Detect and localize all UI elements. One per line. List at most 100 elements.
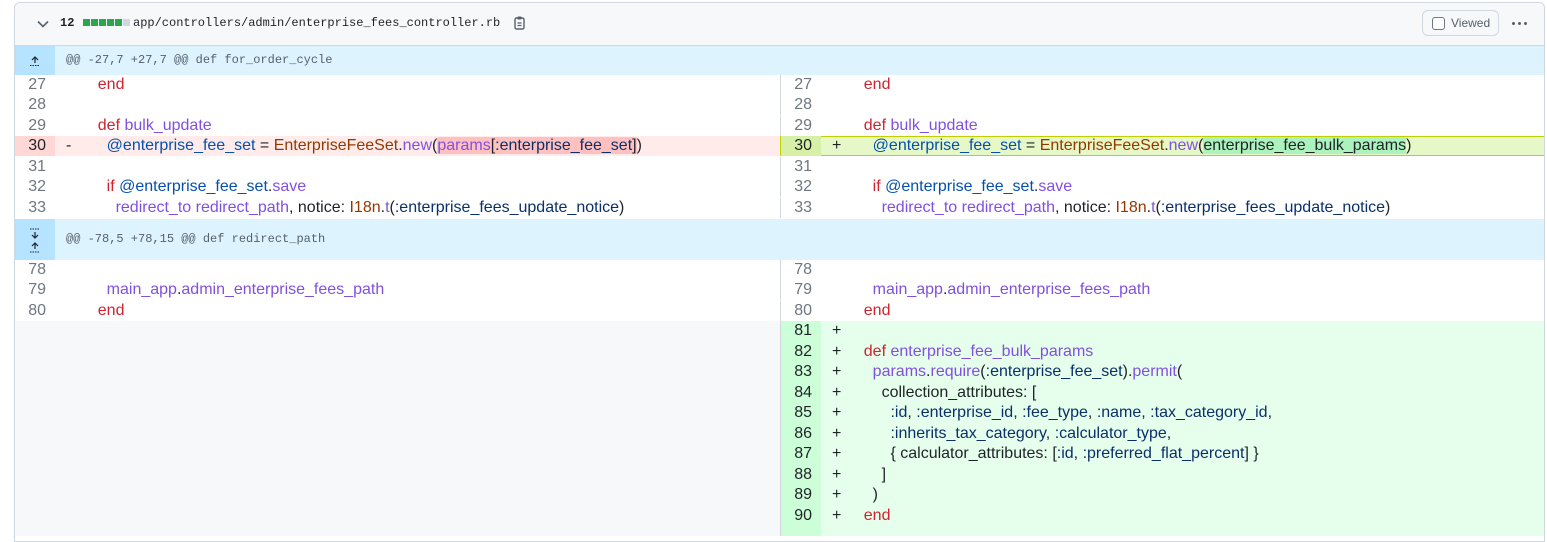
left-code-line: 31 — [15, 157, 780, 177]
line-number[interactable]: 78 — [781, 260, 821, 280]
left-code-line — [15, 321, 780, 342]
left-code-line — [15, 485, 780, 506]
code-text: params.require(:enterprise_fee_set).perm… — [872, 363, 1183, 380]
viewed-label: Viewed — [1451, 16, 1491, 30]
left-code-line — [15, 403, 780, 424]
right-code-line: 79 main_app.admin_enterprise_fees_path — [780, 280, 1544, 300]
code-text: def enterprise_fee_bulk_params — [863, 343, 1094, 360]
right-code-line: 83 + params.require(:enterprise_fee_set).… — [780, 362, 1544, 383]
left-code-line: 29 def bulk_update — [15, 116, 780, 136]
line-number[interactable]: 90 — [781, 506, 821, 536]
line-number[interactable]: 30 — [15, 136, 55, 156]
line-number[interactable]: 88 — [781, 465, 821, 486]
right-code-line: 31 — [780, 157, 1544, 177]
line-number[interactable]: 31 — [781, 157, 821, 177]
line-number[interactable]: 29 — [15, 116, 55, 136]
line-number[interactable]: 30 — [781, 136, 821, 156]
left-code-line: 80 end — [15, 301, 780, 321]
right-code-line: 28 — [780, 95, 1544, 115]
right-code-line: 88 + ] — [780, 465, 1544, 486]
left-code-line — [15, 506, 780, 536]
expand-up-icon[interactable] — [15, 46, 55, 75]
file-path[interactable]: app/controllers/admin/enterprise_fees_co… — [133, 16, 500, 30]
right-code-line: 84 + collection_attributes: [ — [780, 383, 1544, 404]
line-number[interactable]: 84 — [781, 383, 821, 404]
code-text: end — [97, 76, 125, 93]
line-number[interactable]: 27 — [15, 75, 55, 95]
line-number[interactable]: 79 — [15, 280, 55, 300]
left-code-line: 78 — [15, 260, 780, 280]
line-number[interactable]: 85 — [781, 403, 821, 424]
addition-marker: + — [832, 507, 842, 524]
hunk-header-text: @@ -78,5 +78,15 @@ def redirect_path — [66, 232, 326, 246]
right-code-line: 90 + end — [780, 506, 1544, 536]
viewed-checkbox[interactable]: Viewed — [1422, 10, 1500, 36]
line-number[interactable]: 33 — [781, 198, 821, 218]
right-code-line: 32 if @enterprise_fee_set.save — [780, 177, 1544, 197]
code-text: if @enterprise_fee_set.save — [872, 178, 1073, 195]
line-number[interactable]: 83 — [781, 362, 821, 383]
addition-marker: + — [832, 466, 842, 483]
diffstat-block — [99, 19, 106, 26]
right-code-line: 81 + — [780, 321, 1544, 342]
kebab-menu-icon[interactable] — [1507, 15, 1531, 31]
code-text: collection_attributes: [ — [846, 384, 1037, 401]
right-code-line: 30 + @enterprise_fee_set = EnterpriseFeeS… — [780, 136, 1544, 156]
hunk-header: @@ -78,5 +78,15 @@ def redirect_path — [15, 219, 1544, 260]
chevron-down-icon[interactable] — [35, 16, 51, 32]
line-number[interactable]: 28 — [781, 95, 821, 115]
expand-both-icon[interactable] — [15, 219, 55, 260]
code-text: @enterprise_fee_set = EnterpriseFeeSet.n… — [872, 137, 1412, 154]
code-text: @enterprise_fee_set = EnterpriseFeeSet.n… — [106, 137, 642, 154]
hunk-header-text: @@ -27,7 +27,7 @@ def for_order_cycle — [66, 53, 333, 67]
line-number[interactable]: 27 — [781, 75, 821, 95]
right-code-line: 82 + def enterprise_fee_bulk_params — [780, 342, 1544, 363]
line-number[interactable]: 33 — [15, 198, 55, 218]
line-number[interactable]: 87 — [781, 444, 821, 465]
diffstat-block — [107, 19, 114, 26]
addition-marker: + — [832, 363, 842, 380]
changes-count: 12 — [60, 16, 75, 30]
left-code-line: 32 if @enterprise_fee_set.save — [15, 177, 780, 197]
code-text: def bulk_update — [97, 117, 212, 134]
code-text: redirect_to redirect_path, notice: I18n.… — [115, 199, 625, 216]
code-text: end — [863, 507, 891, 524]
hunk-header: @@ -27,7 +27,7 @@ def for_order_cycle — [15, 46, 1544, 75]
right-code-line: 89 + ) — [780, 485, 1544, 506]
left-code-line: 33 redirect_to redirect_path, notice: I1… — [15, 198, 780, 218]
line-number[interactable]: 86 — [781, 424, 821, 445]
checkbox-icon[interactable] — [1432, 16, 1445, 30]
right-code-line: 85 + :id, :enterprise_id, :fee_type, :nam… — [780, 403, 1544, 424]
line-number[interactable]: 81 — [781, 321, 821, 342]
line-number[interactable]: 31 — [15, 157, 55, 177]
addition-marker: + — [832, 384, 842, 401]
addition-marker: + — [832, 425, 842, 442]
left-code-line: 30- @enterprise_fee_set = EnterpriseFeeS… — [15, 136, 780, 156]
copy-icon[interactable] — [512, 15, 528, 31]
diffstat-block — [115, 19, 122, 26]
line-number[interactable]: 78 — [15, 260, 55, 280]
addition-marker: + — [832, 322, 842, 339]
code-text: if @enterprise_fee_set.save — [106, 178, 307, 195]
line-number[interactable]: 29 — [781, 116, 821, 136]
line-number[interactable]: 32 — [15, 177, 55, 197]
code-text: ) — [846, 486, 878, 503]
line-number[interactable]: 80 — [781, 301, 821, 321]
line-number[interactable]: 28 — [15, 95, 55, 115]
line-number[interactable]: 89 — [781, 485, 821, 506]
line-number[interactable]: 82 — [781, 342, 821, 363]
addition-marker: + — [832, 445, 842, 462]
code-text: redirect_to redirect_path, notice: I18n.… — [881, 199, 1391, 216]
code-text: end — [863, 76, 891, 93]
right-code-line: 86 + :inherits_tax_category, :calculator_… — [780, 424, 1544, 445]
right-code-line: 33 redirect_to redirect_path, notice: I1… — [780, 198, 1544, 218]
addition-marker: + — [832, 343, 842, 360]
file-header: 12 app/controllers/admin/enterprise_fees… — [15, 3, 1544, 46]
line-number[interactable]: 79 — [781, 280, 821, 300]
left-code-line: 79 main_app.admin_enterprise_fees_path — [15, 280, 780, 300]
line-number[interactable]: 32 — [781, 177, 821, 197]
left-code-line: 28 — [15, 95, 780, 115]
left-code-line — [15, 383, 780, 404]
line-number[interactable]: 80 — [15, 301, 55, 321]
code-text: end — [97, 302, 125, 319]
